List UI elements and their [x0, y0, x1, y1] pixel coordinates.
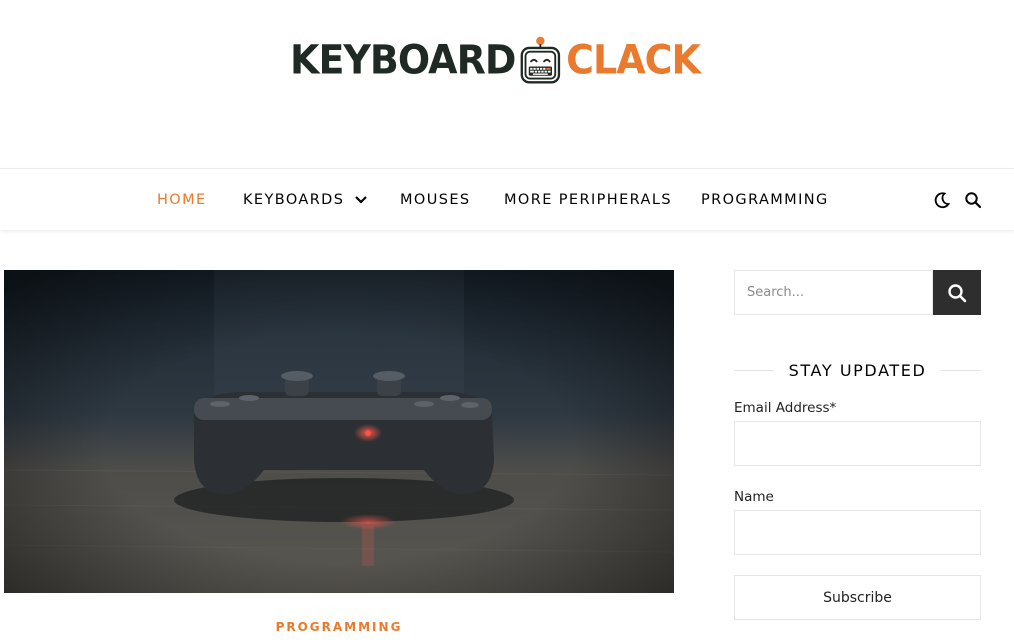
nav-item-mouses[interactable]: MOUSES — [400, 169, 471, 231]
nav-item-label: PROGRAMMING — [701, 192, 829, 208]
chevron-down-icon — [355, 196, 368, 204]
name-field[interactable] — [734, 510, 981, 555]
logo-word-left: KEYBOARD — [290, 36, 516, 84]
main-nav: HOME KEYBOARDS MOUSES MORE PERIPHERALS P… — [0, 168, 1014, 230]
email-label: Email Address* — [734, 400, 837, 416]
search-icon[interactable] — [964, 191, 982, 209]
search-icon — [948, 283, 967, 302]
name-label: Name — [734, 489, 774, 505]
widget-title: STAY UPDATED — [788, 360, 927, 380]
nav-item-label: HOME — [157, 192, 207, 208]
logo-word-right: CLACK — [566, 36, 701, 84]
nav-item-label: MORE PERIPHERALS — [504, 192, 672, 208]
search-input[interactable] — [734, 270, 933, 315]
site-logo[interactable]: KEYBOARD CLACK — [290, 8, 701, 112]
robot-keyboard-icon — [521, 36, 561, 84]
nav-item-label: MOUSES — [400, 192, 471, 208]
divider — [941, 369, 982, 371]
newsletter-widget-header: STAY UPDATED — [734, 358, 982, 382]
game-controller-photo — [4, 270, 674, 593]
subscribe-button[interactable]: Subscribe — [734, 575, 981, 620]
nav-item-programming[interactable]: PROGRAMMING — [701, 169, 829, 231]
email-field[interactable] — [734, 421, 981, 466]
moon-icon[interactable] — [933, 191, 951, 209]
post-featured-image[interactable] — [4, 270, 674, 593]
nav-item-label: KEYBOARDS — [243, 192, 345, 208]
nav-item-home[interactable]: HOME — [157, 169, 207, 231]
nav-item-keyboards[interactable]: KEYBOARDS — [243, 169, 368, 231]
post-category-link[interactable]: PROGRAMMING — [4, 620, 674, 634]
search-button[interactable] — [933, 270, 981, 315]
nav-item-more-peripherals[interactable]: MORE PERIPHERALS — [504, 169, 672, 231]
divider — [734, 369, 774, 371]
